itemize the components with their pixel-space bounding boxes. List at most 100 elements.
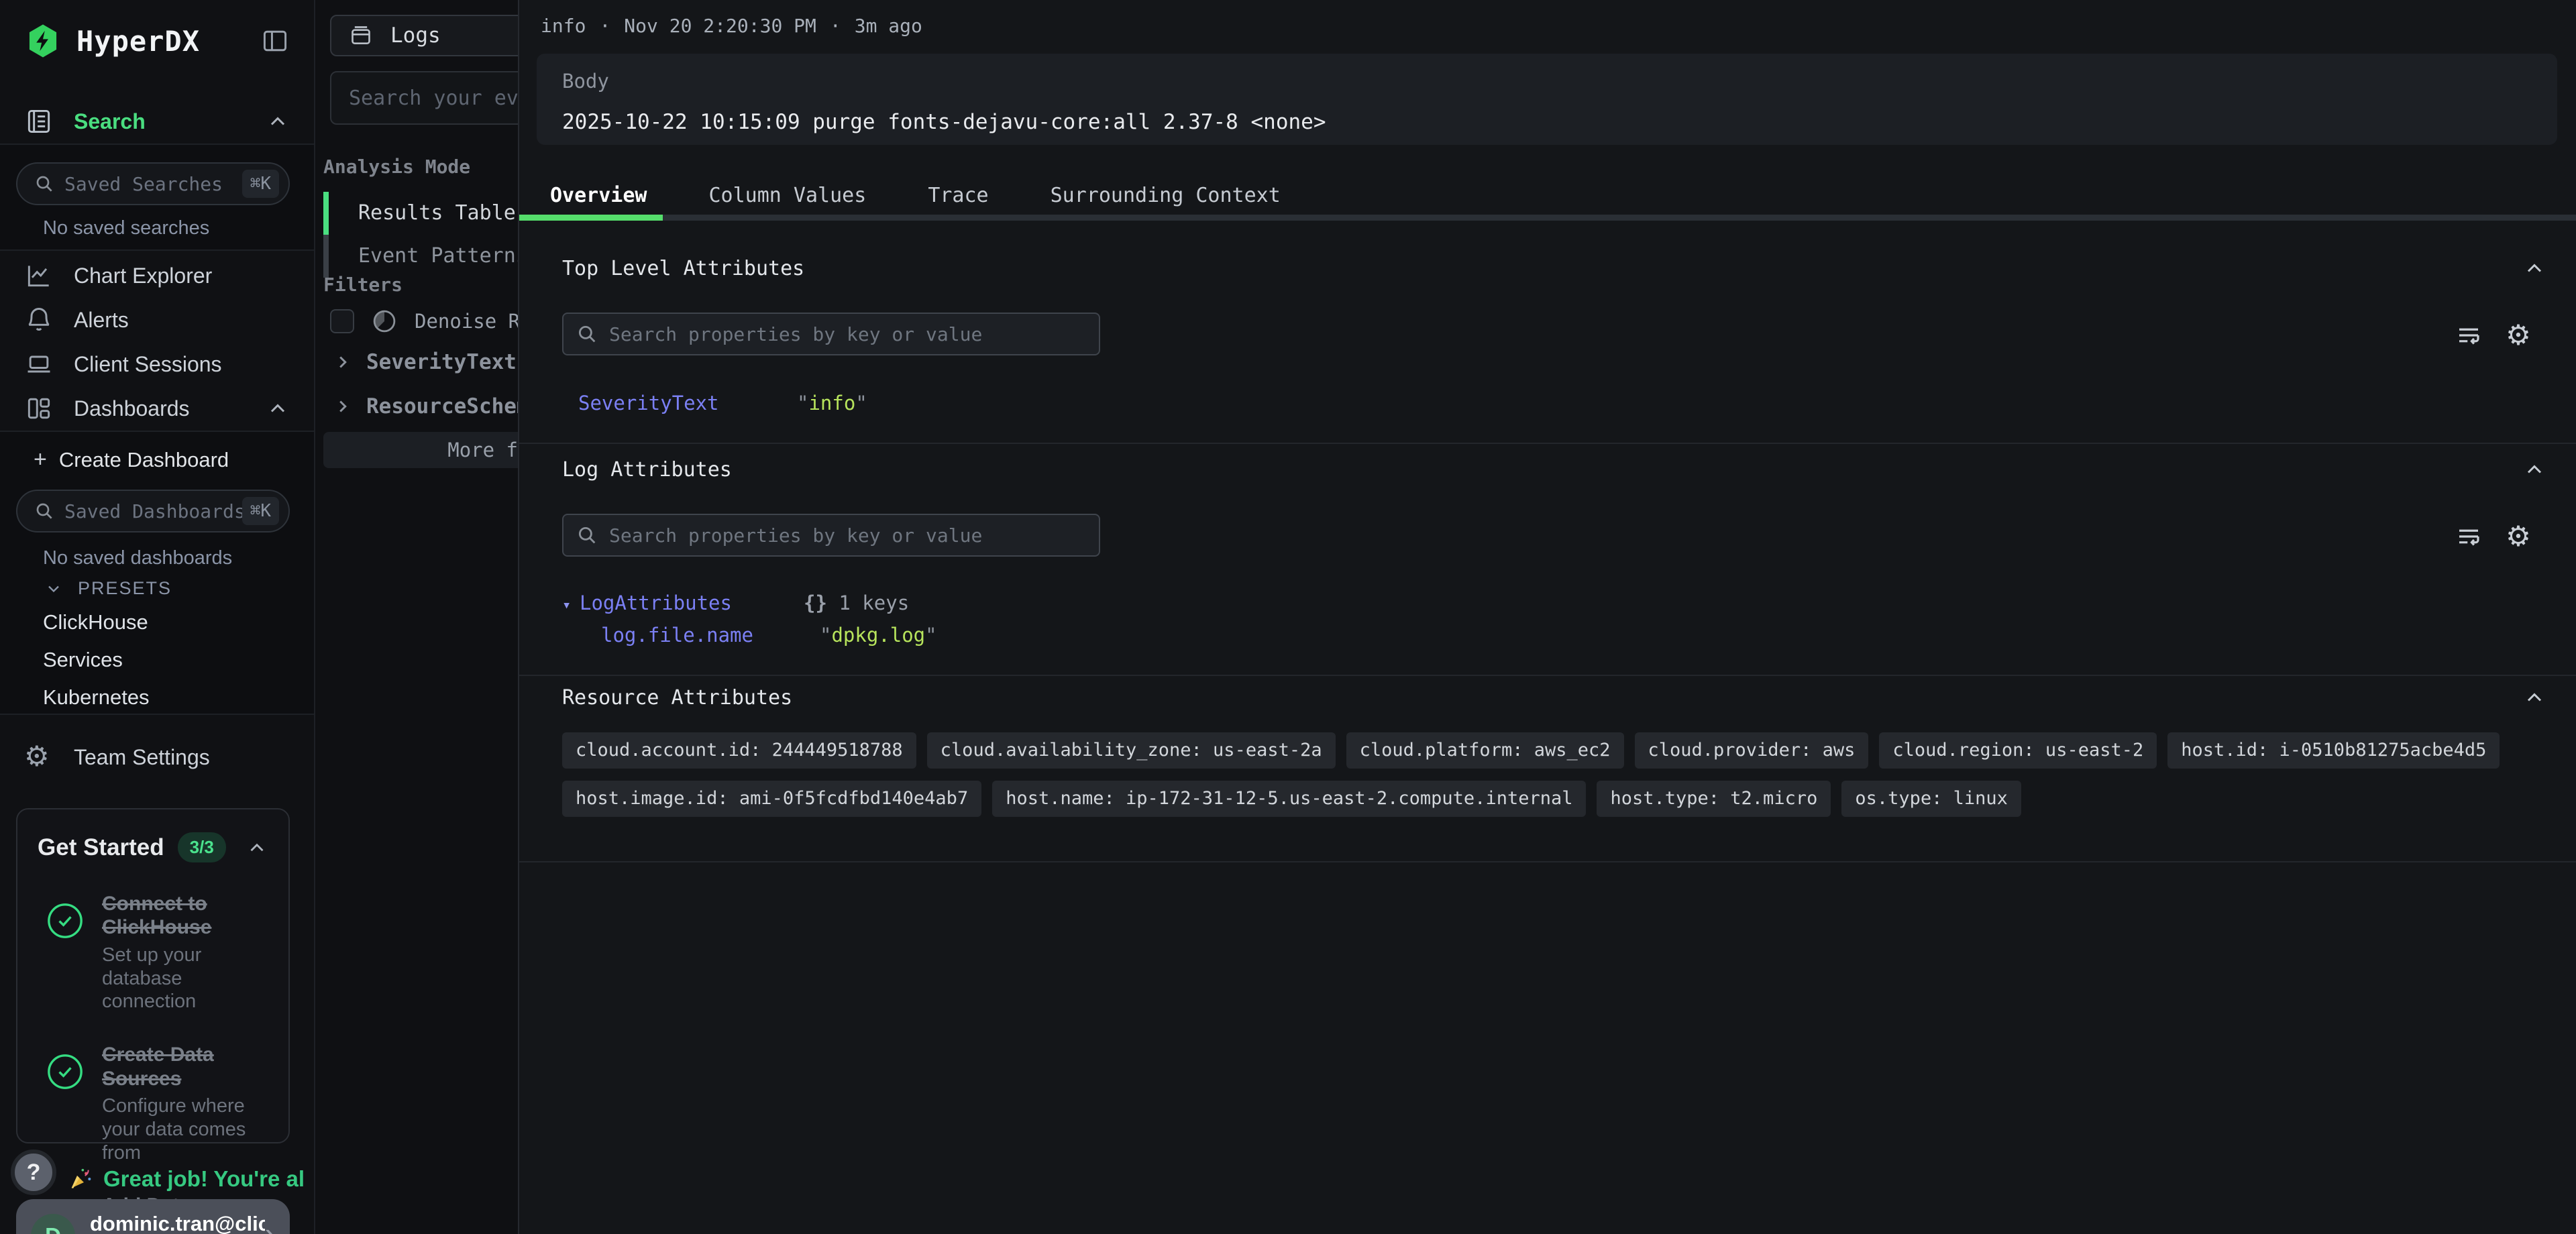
top-level-search-input[interactable]	[609, 323, 1087, 345]
tab-overview[interactable]: Overview	[519, 184, 678, 207]
create-dashboard-button[interactable]: + Create Dashboard	[34, 447, 229, 473]
section-divider	[519, 675, 2576, 676]
top-level-attributes-header: Top Level Attributes	[562, 256, 2546, 280]
wrap-lines-icon[interactable]	[2454, 321, 2483, 350]
search-subpanel: ⌘K No saved searches	[0, 144, 314, 251]
chevron-up-icon	[266, 109, 290, 133]
sidebar-item-label: Dashboards	[74, 396, 190, 421]
task-desc: Configure where your data comes from	[102, 1095, 268, 1164]
resource-badge[interactable]: cloud.provider: aws	[1635, 732, 1869, 769]
chart-explorer-icon	[24, 261, 54, 290]
shortcut-badge: ⌘K	[242, 497, 279, 525]
resource-badge[interactable]: cloud.platform: aws_ec2	[1346, 732, 1624, 769]
saved-searches-search[interactable]: ⌘K	[16, 162, 290, 205]
get-started-item-connect[interactable]: Connect to ClickHouse Set up your databa…	[38, 892, 268, 1013]
saved-dashboards-search[interactable]: ⌘K	[16, 490, 290, 532]
resource-badge[interactable]: cloud.region: us-east-2	[1879, 732, 2157, 769]
resource-badge[interactable]: host.type: t2.micro	[1597, 781, 1831, 817]
dashboards-icon	[24, 394, 54, 423]
tab-active-indicator	[519, 215, 663, 221]
bell-icon	[24, 305, 54, 335]
filter-group-severitytext[interactable]: SeverityText	[333, 350, 517, 374]
attribute-key[interactable]: SeverityText	[578, 392, 719, 414]
tab-underline-track	[519, 215, 2576, 221]
resource-badge[interactable]: host.id: i-0510b81275acbe4d5	[2167, 732, 2500, 769]
body-label: Body	[562, 70, 2532, 93]
top-level-search-box[interactable]	[562, 313, 1100, 355]
brand-title: HyperDX	[76, 25, 200, 58]
chevron-up-icon[interactable]	[2522, 256, 2546, 280]
sidebar-item-label: Search	[74, 109, 146, 134]
resource-badge[interactable]: host.image.id: ami-0f5fcdfbd140e4ab7	[562, 781, 981, 817]
get-started-card: Get Started 3/3 Connect to ClickHouse Se…	[16, 808, 290, 1143]
saved-dashboards-input[interactable]	[64, 500, 242, 522]
search-icon	[576, 524, 598, 547]
resource-attributes-header: Resource Attributes	[562, 685, 2546, 710]
log-attributes-header: Log Attributes	[562, 457, 2546, 482]
top-level-tools: ⚙	[2454, 321, 2533, 350]
gear-icon[interactable]: ⚙	[2504, 321, 2533, 350]
log-attributes-search-box[interactable]	[562, 514, 1100, 557]
attribute-key[interactable]: log.file.name	[601, 624, 753, 647]
preset-services[interactable]: Services	[43, 648, 123, 672]
chevron-down-icon	[44, 579, 63, 598]
tree-collapse-caret-icon[interactable]: ▾	[562, 597, 571, 614]
tab-column-values[interactable]: Column Values	[678, 184, 898, 207]
user-menu[interactable]: D dominic.tran@clic... dominic.tran@clic…	[16, 1199, 290, 1234]
resource-badge[interactable]: os.type: linux	[1841, 781, 2021, 817]
preset-clickhouse[interactable]: ClickHouse	[43, 610, 148, 634]
no-saved-dashboards-note: No saved dashboards	[43, 547, 232, 569]
sidebar-item-search[interactable]: Search	[0, 99, 314, 144]
source-select-value: Logs	[390, 23, 441, 48]
sidebar-item-team-settings[interactable]: ⚙ Team Settings	[0, 735, 314, 779]
wrap-lines-icon[interactable]	[2454, 522, 2483, 551]
dashboards-subpanel: + Create Dashboard ⌘K No saved dashboard…	[0, 431, 314, 715]
chevron-up-icon[interactable]	[2522, 685, 2546, 710]
log-body-value: 2025-10-22 10:15:09 purge fonts-dejavu-c…	[562, 110, 2532, 134]
tab-surrounding-context[interactable]: Surrounding Context	[1020, 184, 1311, 207]
log-attributes-search-input[interactable]	[609, 524, 1087, 547]
section-title: Resource Attributes	[562, 686, 792, 710]
resource-badge[interactable]: cloud.account.id: 244449518788	[562, 732, 916, 769]
chevron-right-icon: ›	[265, 1218, 275, 1234]
create-dashboard-label: Create Dashboard	[59, 448, 229, 472]
saved-searches-input[interactable]	[64, 173, 242, 195]
search-icon	[34, 173, 55, 194]
sidebar-item-label: Alerts	[74, 308, 129, 333]
get-started-item-datasources[interactable]: Create Data Sources Configure where your…	[38, 1043, 268, 1164]
presets-toggle[interactable]: PRESETS	[44, 578, 172, 599]
tab-trace[interactable]: Trace	[897, 184, 1019, 207]
sidebar-item-dashboards[interactable]: Dashboards	[0, 386, 314, 431]
get-started-title: Get Started	[38, 834, 164, 861]
sidebar-item-chart-explorer[interactable]: Chart Explorer	[0, 254, 314, 298]
sidebar-item-client-sessions[interactable]: Client Sessions	[0, 342, 314, 386]
attribute-key[interactable]: LogAttributes	[580, 592, 732, 614]
section-divider	[519, 861, 2576, 862]
gear-icon[interactable]: ⚙	[2504, 522, 2533, 551]
attribute-value[interactable]: "dpkg.log"	[820, 624, 937, 647]
preset-kubernetes[interactable]: Kubernetes	[43, 685, 150, 710]
sidebar-item-alerts[interactable]: Alerts	[0, 298, 314, 342]
resource-badge[interactable]: host.name: ip-172-31-12-5.us-east-2.comp…	[992, 781, 1586, 817]
sidebar-item-label: Chart Explorer	[74, 264, 212, 288]
user-name: dominic.tran@clic...	[90, 1212, 265, 1234]
search-nav-icon	[24, 107, 54, 136]
section-title: Top Level Attributes	[562, 257, 804, 280]
sidebar-header: HyperDX	[0, 0, 314, 82]
chevron-up-icon[interactable]	[2522, 457, 2546, 482]
help-button[interactable]: ?	[11, 1149, 56, 1195]
resource-badge[interactable]: cloud.availability_zone: us-east-2a	[927, 732, 1336, 769]
event-header: info · Nov 20 2:20:30 PM · 3m ago	[541, 15, 922, 37]
attribute-value[interactable]: "info"	[797, 392, 867, 414]
get-started-header[interactable]: Get Started 3/3	[38, 832, 268, 862]
denoise-checkbox[interactable]	[330, 309, 354, 333]
congrats-text: Great job! You're all	[103, 1166, 305, 1192]
resource-attribute-badges: cloud.account.id: 244449518788 cloud.ava…	[562, 732, 2536, 817]
chevron-up-icon	[246, 836, 268, 859]
sidebar: HyperDX Search ⌘K No saved searches	[0, 0, 315, 1234]
tree-meta: {} 1 keys	[804, 592, 909, 614]
sidebar-collapse-icon[interactable]	[260, 26, 290, 56]
presets-label: PRESETS	[78, 578, 172, 599]
logs-source-icon	[347, 22, 374, 49]
severity-badge: info	[541, 15, 586, 37]
